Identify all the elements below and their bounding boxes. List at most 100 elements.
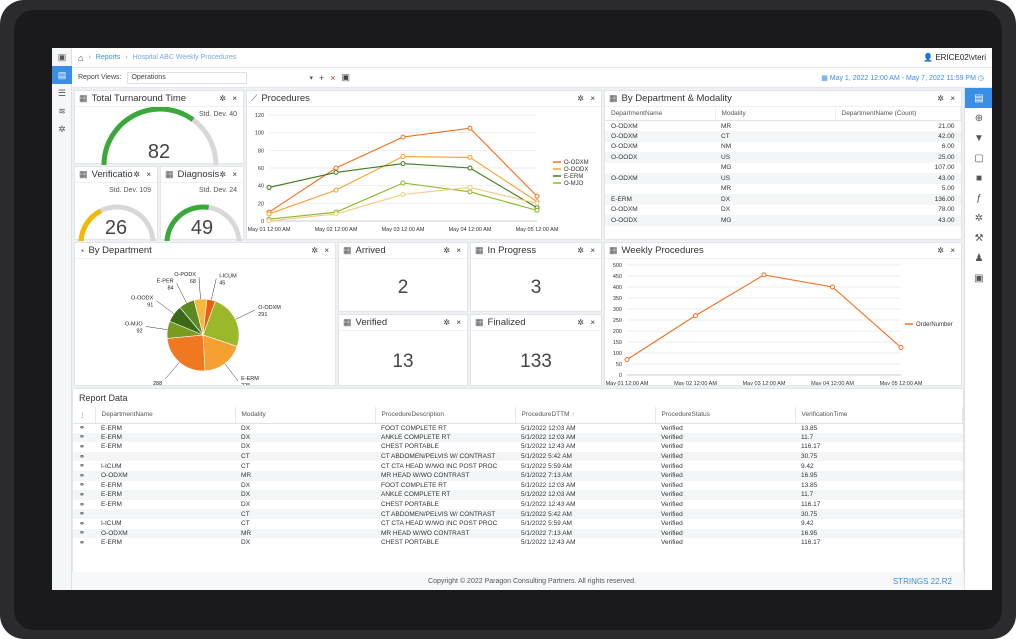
panel-actions[interactable]: ✲ ×	[937, 246, 957, 255]
panel-actions[interactable]: ✲ ×	[311, 246, 331, 255]
gear-icon[interactable]: ✲	[965, 208, 992, 228]
function-icon[interactable]: ƒ	[965, 188, 992, 208]
panel-actions[interactable]: ✲ ×	[443, 318, 463, 327]
report-view-select[interactable]: Operations	[127, 71, 248, 84]
table-row[interactable]: O-OODX US 25.00	[605, 152, 961, 163]
table-cell: 42.00	[835, 131, 961, 142]
table-row[interactable]: O-ODXM CT 42.00	[605, 131, 961, 142]
link-icon[interactable]: ⚭	[73, 500, 95, 510]
table-row[interactable]: ⚭ CT CT ABDOMEN/PELVIS W/ CONTRAST 5/1/2022…	[73, 451, 963, 462]
slice-value: 68	[190, 279, 196, 285]
column-header[interactable]: Modality	[715, 107, 836, 121]
panel-actions[interactable]: ✲ ×	[219, 170, 239, 179]
link-icon[interactable]: ⚭	[73, 490, 95, 500]
table-row[interactable]: ⚭ E-ERM DX ANKLE COMPLETE RT 5/1/2022 12:03 …	[73, 490, 963, 500]
panel-actions[interactable]: ✲ ×	[937, 94, 957, 103]
link-icon[interactable]: ⚭	[73, 423, 95, 433]
link-icon[interactable]: ⚭	[73, 470, 95, 481]
table-cell: Verified	[655, 528, 795, 539]
link-icon[interactable]: ⚭	[73, 442, 95, 452]
chart-icon[interactable]: ▣	[52, 48, 72, 66]
panel-actions[interactable]: ✲ ×	[577, 246, 597, 255]
table-cell: US	[715, 173, 835, 184]
table-cell: O-ODXM	[611, 122, 638, 130]
table-row[interactable]: O-ODXM NM 6.00	[605, 142, 961, 153]
column-header[interactable]: ProcedureDescription	[375, 407, 516, 424]
panel-actions[interactable]: ✲ ×	[577, 318, 597, 327]
table-cell: Verified	[655, 470, 795, 481]
panel-actions[interactable]: ✲ ×	[577, 94, 597, 103]
column-header[interactable]: DepartmentName (Count)	[835, 107, 961, 121]
table-row[interactable]: ⚭ O-ODXM MR MR HEAD W/WO CONTRAST 5/1/2022 7…	[73, 528, 963, 539]
square-icon[interactable]: ■	[965, 168, 992, 188]
column-header[interactable]: DepartmentName	[605, 107, 716, 121]
save-icon[interactable]: ▣	[965, 268, 992, 288]
y-tick-label: 80	[258, 148, 264, 154]
y-tick-label: 60	[258, 166, 264, 172]
column-header[interactable]: ProcedureStatus	[655, 407, 796, 424]
table-cell: 5/1/2022 7:13 AM	[515, 528, 655, 539]
table-row[interactable]: ⚭ I-ICUM CT CT CTA HEAD W/WO INC POST PROC 5…	[73, 461, 963, 471]
panel-actions[interactable]: ✲ ×	[219, 94, 239, 103]
add-icon[interactable]: +	[319, 73, 324, 83]
save-icon[interactable]: ▣	[342, 72, 351, 83]
leader-line	[164, 362, 180, 380]
close-icon[interactable]: ×	[330, 73, 335, 83]
user-icon[interactable]: ♟	[965, 248, 992, 268]
arrived-panel: ▦ Arrived ✲ × 2	[338, 242, 468, 312]
table-row[interactable]: O-OODX MG 43.00	[605, 215, 961, 226]
column-header[interactable]: Modality	[235, 407, 376, 424]
table-row[interactable]: ⚭ O-ODXM MR MR HEAD W/WO CONTRAST 5/1/2022 7…	[73, 470, 963, 481]
breadcrumb-reports[interactable]: Reports	[96, 54, 121, 61]
link-icon[interactable]: ⚭	[73, 519, 95, 529]
link-icon[interactable]: ⚭	[73, 481, 95, 491]
table-cell: MR HEAD W/WO CONTRAST	[375, 470, 515, 481]
column-menu[interactable]: ⋮	[73, 407, 96, 424]
table-row[interactable]: ⚭ E-ERM DX FOOT COMPLETE RT 5/1/2022 12:03 A…	[73, 481, 963, 491]
reports-icon[interactable]: ▤	[52, 66, 72, 84]
table-row[interactable]: MG 107.00	[605, 163, 961, 174]
table-row[interactable]: E-ERM DX 136.00	[605, 194, 961, 205]
link-icon[interactable]: ⚭	[73, 461, 95, 471]
table-row[interactable]: ⚭ E-ERM DX ANKLE COMPLETE RT 5/1/2022 12:03 …	[73, 432, 963, 443]
column-header[interactable]: VerificationTime	[795, 407, 963, 424]
list-icon[interactable]: ☰	[52, 84, 72, 102]
table-row[interactable]: ⚭ E-ERM DX CHEST PORTABLE 5/1/2022 12:43 AM V…	[73, 500, 963, 510]
table-row[interactable]: ⚭ CT CT ABDOMEN/PELVIS W/ CONTRAST 5/1/2022…	[73, 509, 963, 519]
panel-actions[interactable]: ✲ ×	[443, 246, 463, 255]
finalized-value: 133	[520, 351, 552, 372]
document-icon[interactable]: ▢	[965, 148, 992, 168]
filter-icon[interactable]: ▼	[965, 128, 992, 148]
sort-asc-icon[interactable]: ↑	[571, 411, 574, 418]
table-row[interactable]: ⚭ I-ICUM CT CT CTA HEAD W/WO INC POST PROC 5…	[73, 519, 963, 529]
table-row[interactable]: O-ODXM DX 78.00	[605, 205, 961, 216]
panel-actions[interactable]: ✲ ×	[133, 170, 153, 179]
table-row[interactable]: O-ODXM MR 21.00	[605, 121, 961, 132]
panel-icon[interactable]: ▤	[965, 88, 992, 108]
table-row[interactable]: ⚭ E-ERM DX CHEST PORTABLE 5/1/2022 12:43 AM V…	[73, 538, 963, 548]
target-icon[interactable]: ⊕	[965, 108, 992, 128]
table-row[interactable]: O-ODXM US 43.00	[605, 173, 961, 184]
table-row[interactable]: ⚭ E-ERM DX FOOT COMPLETE RT 5/1/2022 12:03 A…	[73, 423, 963, 433]
data-point	[333, 169, 339, 175]
link-icon[interactable]: ⚭	[73, 509, 95, 519]
table-row[interactable]: ⚭ E-ERM DX CHEST PORTABLE 5/1/2022 12:43 AM V…	[73, 442, 963, 452]
link-icon[interactable]: ⚭	[73, 432, 95, 443]
panel-title: Verified	[355, 317, 388, 328]
link-icon[interactable]: ⚭	[73, 451, 95, 462]
chevron-down-icon[interactable]: ▾	[309, 74, 313, 82]
data-point	[534, 200, 540, 206]
data-point	[333, 165, 339, 171]
column-header[interactable]: DepartmentName	[95, 407, 236, 424]
user-name[interactable]: 👤 ERICE02\vteri	[923, 53, 986, 62]
wrench-icon[interactable]: ⚒	[965, 228, 992, 248]
table-cell: E-ERM	[101, 424, 122, 432]
link-icon[interactable]: ⚭	[73, 528, 95, 539]
table-row[interactable]: MR 5.00	[605, 184, 961, 195]
link-icon[interactable]: ⚭	[73, 538, 95, 548]
date-range[interactable]: ▦ May 1, 2022 12:00 AM - May 7, 2022 11:…	[821, 74, 984, 82]
column-header[interactable]: ProcedureDTTM ↑	[515, 407, 656, 424]
database-icon[interactable]: ≋	[52, 102, 72, 120]
gear-icon[interactable]: ✲	[52, 120, 72, 138]
home-icon[interactable]: ⌂	[78, 53, 83, 63]
